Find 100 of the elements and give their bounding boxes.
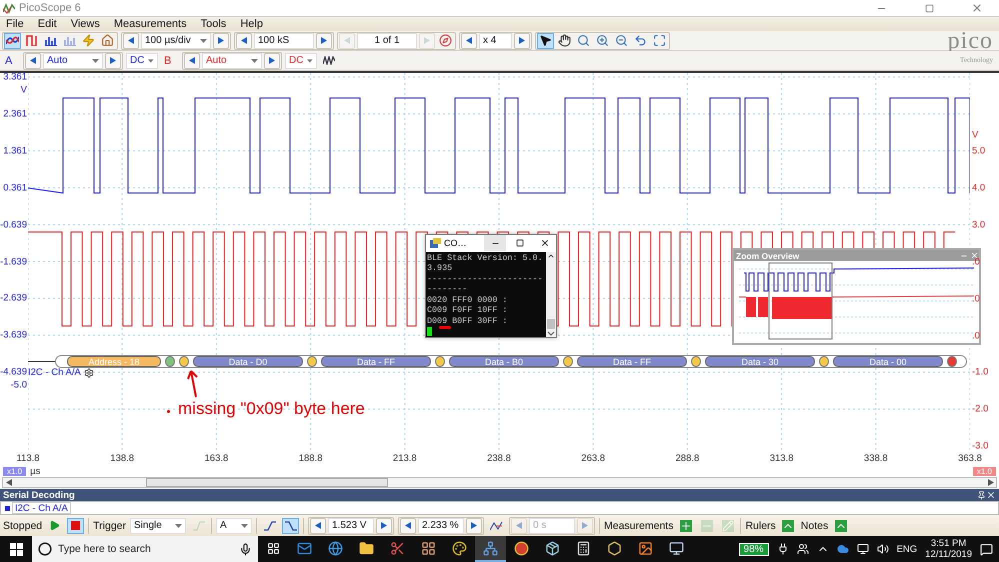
menu-item[interactable]: Views [70,18,100,30]
trigger-mode-field[interactable]: Single [130,518,186,534]
lightning-icon [82,34,95,47]
notes-button[interactable] [832,518,850,534]
delay-icon [490,520,503,530]
caret-icon [175,524,182,528]
monitor-icon[interactable] [856,543,869,555]
caret-icon [241,524,248,528]
people-icon[interactable] [796,543,809,555]
caret-right-icon [582,522,588,529]
package-icon [545,540,560,556]
axis-label: -2.0 [972,404,988,415]
tool-button[interactable] [537,32,554,48]
caret-right-icon [424,37,430,44]
clock-time[interactable]: 3:51 PM [930,538,966,549]
data-packet: Data - B0 [449,356,559,367]
timebase-field[interactable]: 100 µs/div [141,32,211,48]
trigger-source-field[interactable]: A [216,518,252,534]
menu-item[interactable]: Help [240,18,263,30]
threshold-field[interactable]: 1.523 V [328,518,374,534]
navigator-button[interactable] [437,32,454,48]
previous-button[interactable] [184,52,200,68]
pre-trigger-field[interactable]: 2.233 % [418,518,464,534]
axis-label: 263.8 [581,453,606,464]
stop-icon [71,521,80,530]
math-wave-icon [322,56,334,65]
range-field[interactable]: Auto [43,52,103,68]
settings-icon[interactable] [84,368,94,378]
trigger-label: Trigger [93,520,126,532]
next-button[interactable] [514,32,530,48]
samples-field[interactable]: 100 kS [254,32,314,48]
caret-left-icon [30,57,36,64]
axis-label: 2.361 [3,108,27,120]
notification-icon[interactable] [980,542,993,556]
probe-button[interactable] [80,32,97,48]
coupling-field[interactable]: DC [285,52,317,68]
previous-button[interactable] [461,32,477,48]
caret-left-icon [128,37,134,44]
close-icon[interactable] [986,490,996,500]
axis-label: 5.0 [972,146,986,156]
trigger-edge-icon [192,520,204,530]
menu-item[interactable]: Edit [38,18,57,30]
edge-button[interactable] [282,518,299,534]
previous-button[interactable] [25,52,41,68]
undo-icon [634,34,647,47]
zoom-overview-title: Zoom Overview [736,250,800,260]
axis-label: -5.0 [10,380,27,390]
stop-button[interactable] [67,518,84,534]
coupling-field[interactable]: DC [126,52,158,68]
view-mode-button[interactable] [4,32,21,48]
previous-button[interactable] [123,32,139,48]
pin-icon[interactable] [977,490,986,500]
data-packet: Data - FF [577,356,687,367]
view-mode-button[interactable] [23,32,40,48]
horizontal-scrollbar[interactable] [2,477,997,488]
language-indicator[interactable]: ENG [896,544,918,554]
previous-button[interactable] [310,518,326,534]
scrollbar-thumb[interactable] [146,478,388,487]
tool-button[interactable] [556,32,573,48]
previous-button[interactable] [236,32,252,48]
next-button[interactable] [316,32,332,48]
rulers-button[interactable] [780,518,797,534]
next-button[interactable] [376,518,392,534]
next-button[interactable] [213,32,229,48]
capture-field[interactable]: 1 of 1 [357,32,417,48]
caret-left-icon [405,522,411,529]
axis-label: 188.8 [298,453,322,464]
window-title: PicoScope 6 [19,2,82,14]
cloud-icon[interactable] [836,543,849,555]
caret-right-icon [471,522,477,529]
microphone-icon[interactable] [239,542,252,556]
home-button[interactable] [99,32,116,48]
scrollbar-thumb[interactable] [547,319,555,329]
scroll-down-icon[interactable] [547,331,555,337]
clock-date[interactable]: 12/11/2019 [925,549,972,560]
caret-icon [251,58,258,62]
waveform-icon [6,35,19,46]
decoder-tab[interactable]: I2C - Ch A/A [12,502,71,514]
compass-icon [439,34,452,47]
channel-button[interactable]: B [161,54,179,66]
console-app-icon [430,238,441,248]
menu-item[interactable]: Tools [200,18,226,30]
range-field[interactable]: Auto [202,52,262,68]
battery-indicator[interactable]: 98% [738,542,769,556]
next-button[interactable] [264,52,280,68]
channel-button[interactable]: A [2,54,20,66]
close-icon [540,238,550,248]
search-field[interactable]: Type here to search [32,536,258,562]
menu-item[interactable]: Measurements [114,18,187,30]
axis-label: -1.639 [0,256,27,267]
next-button[interactable] [466,518,482,534]
axis-label: .0 [972,330,980,341]
menu-item[interactable]: File [6,18,24,30]
next-button[interactable] [105,52,121,68]
plug-icon[interactable] [776,543,789,555]
caret-right-icon [218,37,224,44]
speaker-icon[interactable] [876,543,889,555]
add-measurement-button[interactable] [677,518,694,534]
previous-button[interactable] [400,518,416,534]
zoom-factor-field[interactable]: x 4 [479,32,512,48]
